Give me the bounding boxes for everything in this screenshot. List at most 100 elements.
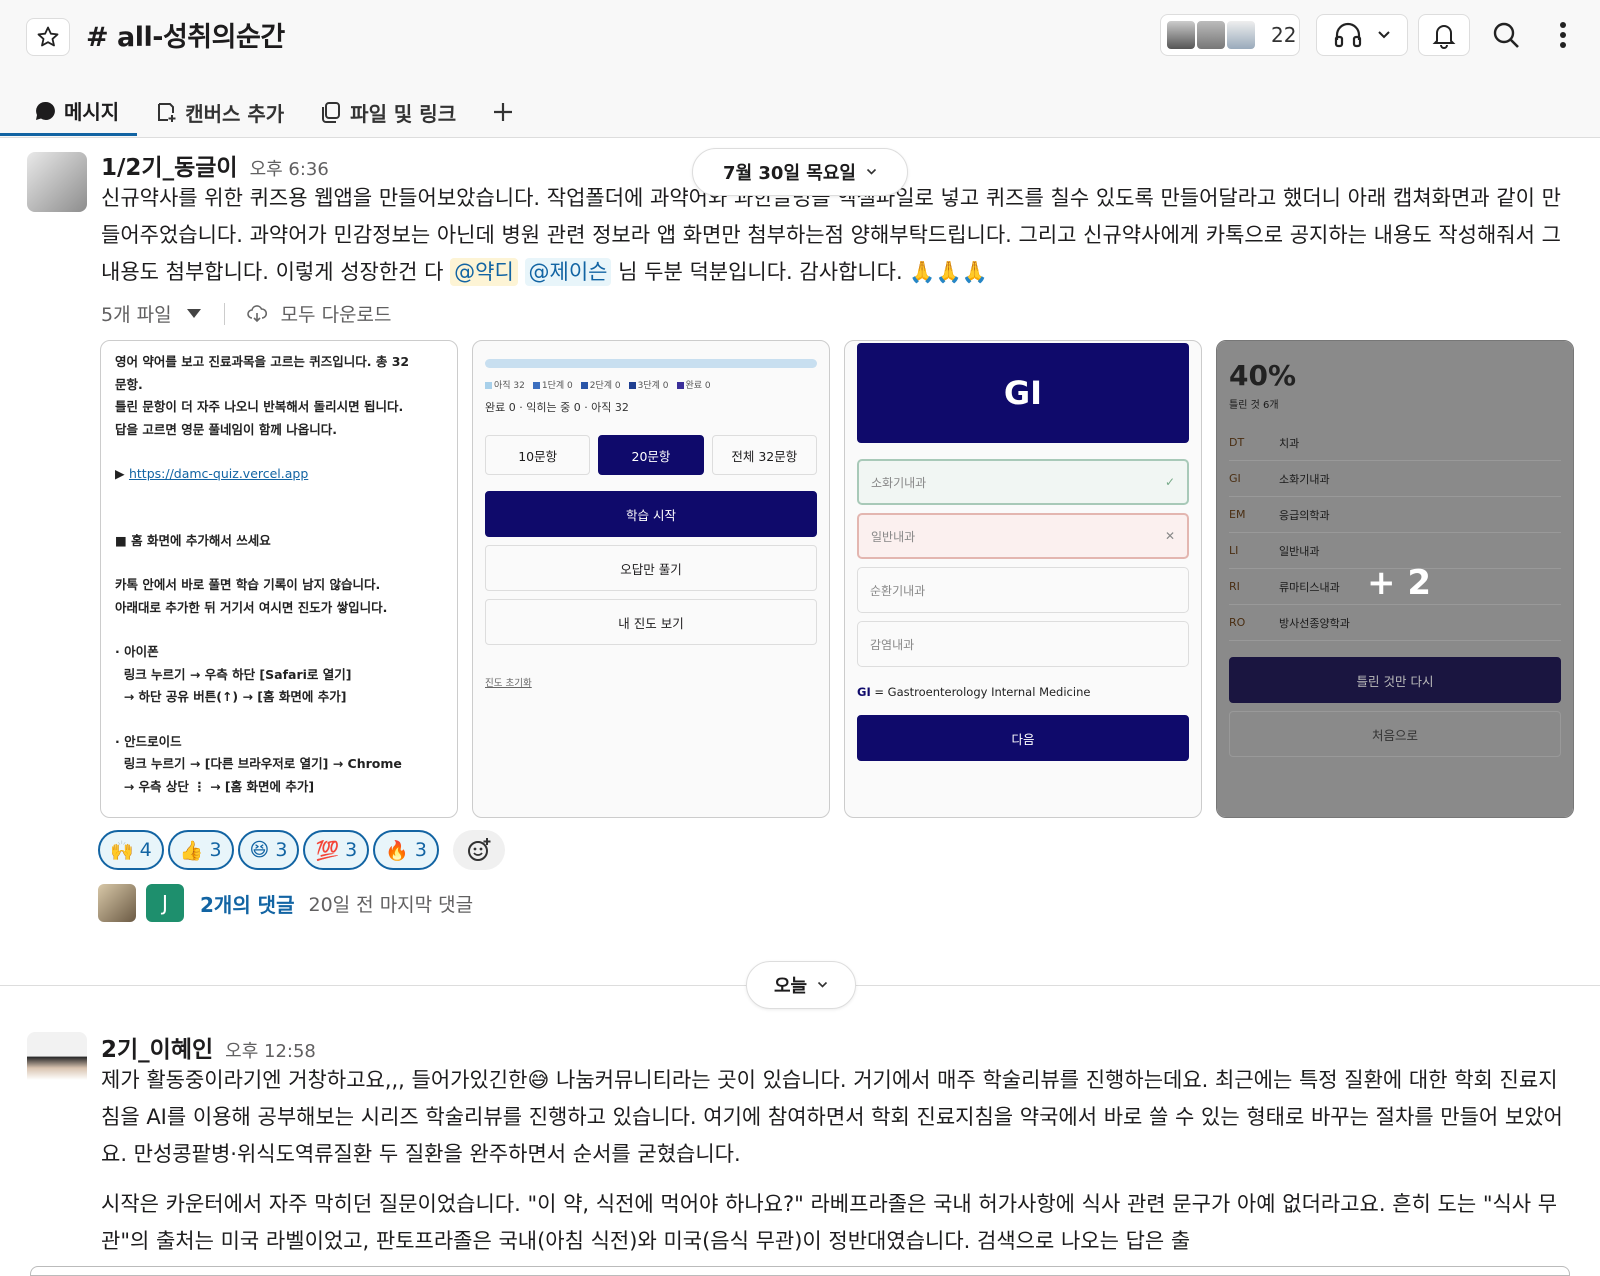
legend-item: 완료 0 [676, 378, 711, 391]
reaction-button[interactable]: 😆 3 [237, 830, 300, 870]
timestamp[interactable]: 오후 6:36 [250, 159, 329, 180]
more-button[interactable] [1546, 14, 1580, 56]
abbreviation-card: GI [857, 343, 1189, 443]
avatar [1195, 19, 1227, 51]
channel-header: # all-성취의순간 22 메시지 캔버스 추가 파일 및 링크 [0, 0, 1600, 138]
start-button: 학습 시작 [485, 491, 817, 537]
progress-bar [485, 359, 817, 368]
add-reaction-button[interactable] [452, 830, 505, 870]
legend-item: 아직 32 [485, 378, 525, 391]
message-header: 1/2기_동글이 오후 6:36 [101, 148, 329, 182]
option-all: 전체 32문항 [711, 435, 817, 475]
retry-wrong-button: 틀린 것만 다시 [1229, 657, 1561, 703]
file-thumbnail[interactable]: 영어 약어를 보고 진료과목을 고르는 퀴즈입니다. 총 32 문항. 틀린 문… [100, 340, 458, 818]
answer-option: 일반내과 ✕ [857, 513, 1189, 559]
members-button[interactable]: 22 [1160, 14, 1300, 56]
wrong-only-button: 오답만 풀기 [485, 545, 817, 591]
member-count: 22 [1271, 23, 1297, 47]
more-files-count: + 2 [1367, 563, 1431, 603]
text-line: · 아이폰 [115, 644, 159, 659]
legend-item: 1단계 0 [532, 378, 573, 391]
progress-legend: 아직 32 1단계 0 2단계 0 3단계 0 완료 0 [485, 378, 817, 391]
notice-text: 영어 약어를 보고 진료과목을 고르는 퀴즈입니다. 총 32 문항. 틀린 문… [101, 341, 457, 808]
message-header: 2기_이혜인 오후 12:58 [101, 1030, 316, 1064]
message-text-part: 님 두분 덕분입니다. 감사합니다. 🙏🙏🙏 [611, 260, 988, 284]
avatar[interactable] [27, 152, 87, 212]
text-line: → 우측 상단 ⋮ → [홈 화면에 추가] [115, 778, 315, 794]
download-cloud-icon [246, 304, 267, 322]
text-line: 문항. [115, 376, 143, 392]
avatar[interactable] [27, 1032, 87, 1092]
message-paragraph: 시작은 카운터에서 자주 막히던 질문이었습니다. "이 약, 식전에 먹어야 … [101, 1192, 1558, 1253]
star-button[interactable] [26, 18, 70, 56]
mention[interactable]: @제이슨 [524, 258, 612, 286]
date-label: 7월 30일 목요일 [723, 163, 856, 184]
more-vertical-icon [1560, 22, 1566, 48]
text-line: 영어 약어를 보고 진료과목을 고르는 퀴즈입니다. 총 32 [115, 354, 410, 369]
score-percent: 40% [1229, 359, 1297, 392]
question-count-options: 10문항 20문항 전체 32문항 [485, 435, 817, 475]
file-thumbnail-more[interactable]: 40% 틀린 것 6개 DT 치과 GI 소화기내과 EM 응급의학과 LI 일반내과 … [1216, 340, 1574, 818]
tab-files-links[interactable]: 파일 및 링크 [302, 88, 474, 136]
file-count[interactable]: 5개 파일 [101, 300, 172, 327]
text-line: → 하단 공유 버튼(↑) → [홈 화면에 추가] [115, 689, 347, 704]
file-thumbnail[interactable]: GI 소화기내과 ✓ 일반내과 ✕ 순환기내과 감염내과 GI = Gastroen… [844, 340, 1202, 818]
files-icon [322, 102, 341, 123]
text-line: 답을 고르면 영문 풀네임이 함께 나옵니다. [115, 421, 338, 437]
reaction-button[interactable]: 💯 3 [303, 830, 370, 870]
avatar [1225, 19, 1257, 51]
wrong-row: RO 방사선종양학과 [1229, 605, 1561, 641]
text-line: 틀린 문항이 더 자주 나오니 반복해서 돌리시면 됩니다. [115, 399, 404, 414]
thread-summary[interactable]: J 2개의 댓글 20일 전 마지막 댓글 [98, 884, 473, 922]
chevron-down-icon [817, 981, 828, 988]
reaction-button[interactable]: 👍 3 [167, 830, 234, 870]
answer-explanation: GI = Gastroenterology Internal Medicine [857, 685, 1091, 699]
text-line: ■ 홈 화면에 추가해서 쓰세요 [115, 532, 271, 548]
channel-tabs: 메시지 캔버스 추가 파일 및 링크 [0, 88, 532, 138]
search-icon [1493, 22, 1519, 48]
quiz-link[interactable]: https://damc-quiz.vercel.app [129, 466, 308, 481]
avatar [98, 884, 136, 922]
author-name[interactable]: 1/2기_동글이 [101, 155, 238, 181]
reaction-button[interactable]: 🙌 4 [98, 830, 164, 870]
text-line: 링크 누르기 → [다른 브라우저로 열기] → Chrome [115, 756, 402, 771]
search-button[interactable] [1484, 14, 1528, 56]
add-emoji-icon [467, 838, 491, 861]
message: 2기_이혜인 오후 12:58 제가 활동중이라기엔 거창하고요,,, 들어가있긴… [0, 1020, 1600, 1272]
file-bar: 5개 파일 모두 다운로드 [101, 300, 392, 327]
tab-messages[interactable]: 메시지 [0, 88, 138, 136]
mention[interactable]: @약디 [450, 258, 518, 286]
divider [223, 302, 225, 325]
download-all-button[interactable]: 모두 다운로드 [281, 300, 392, 327]
chevron-down-icon [866, 168, 877, 175]
tab-label: 메시지 [64, 100, 120, 124]
star-icon [37, 26, 59, 47]
notifications-button[interactable] [1418, 14, 1470, 56]
legend-item: 2단계 0 [580, 378, 621, 391]
wrong-count: 틀린 것 6개 [1229, 400, 1279, 411]
answer-option: 순환기내과 [857, 567, 1189, 613]
tab-label: 캔버스 추가 [185, 101, 285, 126]
date-divider-button[interactable]: 7월 30일 목요일 [692, 148, 908, 196]
reply-count-link[interactable]: 2개의 댓글 [200, 889, 294, 918]
reaction-button[interactable]: 🔥 3 [373, 830, 439, 870]
tab-label: 파일 및 링크 [350, 101, 457, 126]
huddle-button[interactable] [1316, 14, 1408, 56]
author-name[interactable]: 2기_이혜인 [101, 1037, 213, 1063]
reset-progress-link: 진도 초기화 [485, 678, 532, 689]
wrong-row: EM 응급의학과 [1229, 497, 1561, 533]
timestamp[interactable]: 오후 12:58 [225, 1041, 316, 1062]
option-10: 10문항 [485, 435, 591, 475]
file-thumbnail[interactable]: 아직 32 1단계 0 2단계 0 3단계 0 완료 0 완료 0 · 익히는 … [472, 340, 830, 818]
chevron-down-icon[interactable] [1377, 30, 1391, 40]
caret-down-icon[interactable] [186, 308, 202, 319]
wrong-row: GI 소화기내과 [1229, 461, 1561, 497]
add-tab-button[interactable] [474, 88, 532, 136]
next-button: 다음 [857, 715, 1189, 761]
channel-title[interactable]: # all-성취의순간 [86, 15, 285, 54]
home-button: 처음으로 [1229, 711, 1561, 757]
tab-add-canvas[interactable]: 캔버스 추가 [137, 88, 302, 136]
text-line: 아래대로 추가한 뒤 거기서 여시면 진도가 쌓입니다. [115, 599, 388, 615]
date-divider-button[interactable]: 오늘 [746, 961, 856, 1009]
answer-option: 소화기내과 ✓ [857, 459, 1189, 505]
